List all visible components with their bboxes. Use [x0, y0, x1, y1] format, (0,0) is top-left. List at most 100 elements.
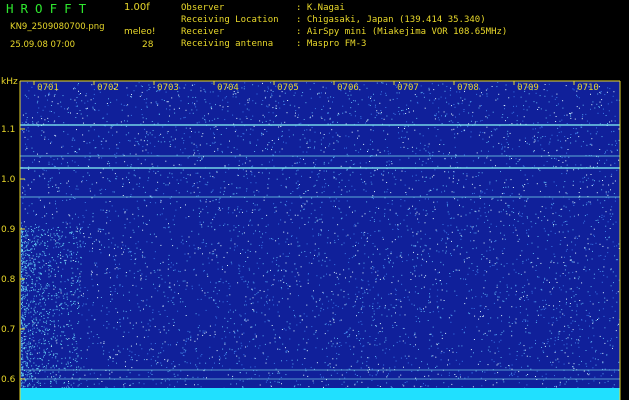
noise-dot	[102, 147, 104, 149]
noise-dot	[556, 149, 558, 151]
noise-dot	[524, 291, 525, 293]
noise-dot	[528, 143, 530, 145]
noise-dot	[176, 247, 178, 249]
noise-dot	[382, 174, 384, 176]
noise-dot	[275, 368, 277, 370]
noise-dot	[594, 358, 596, 360]
noise-dot	[207, 225, 209, 227]
noise-dot	[585, 113, 587, 115]
noise-dot	[500, 199, 502, 201]
noise-dot	[185, 384, 187, 385]
noise-dot	[49, 110, 51, 112]
noise-dot	[377, 270, 379, 272]
noise-dot	[544, 230, 546, 232]
noise-dot	[613, 193, 615, 195]
noise-dot	[93, 129, 95, 131]
noise-dot	[360, 173, 362, 175]
noise-dot	[126, 209, 128, 211]
noise-dot	[224, 223, 226, 225]
noise-dot	[333, 97, 335, 98]
noise-dot	[429, 288, 431, 290]
noise-dot	[117, 268, 119, 270]
noise-dot	[355, 100, 356, 102]
noise-dot	[505, 138, 507, 140]
noise-dot	[174, 365, 176, 367]
noise-dot	[484, 307, 485, 309]
noise-dot	[384, 213, 386, 215]
noise-dot	[240, 347, 242, 349]
noise-dot	[197, 172, 199, 174]
noise-dot	[65, 221, 67, 223]
noise-dot	[560, 350, 562, 351]
noise-dot	[309, 252, 311, 254]
noise-dot	[223, 256, 225, 258]
noise-dot	[373, 198, 374, 200]
noise-dot	[525, 308, 527, 310]
noise-dot	[68, 381, 69, 383]
noise-dot	[486, 296, 488, 297]
noise-dot	[162, 343, 164, 345]
noise-dot	[260, 297, 262, 299]
noise-dot	[374, 191, 375, 193]
noise-dot	[564, 156, 566, 158]
noise-dot	[472, 160, 474, 162]
noise-dot	[173, 325, 175, 326]
noise-dot	[275, 116, 277, 117]
noise-dot	[526, 179, 528, 181]
noise-dot	[491, 86, 493, 87]
noise-dot	[59, 254, 61, 256]
noise-dot	[482, 94, 484, 96]
noise-dot	[293, 310, 295, 311]
noise-dot	[590, 133, 592, 135]
noise-dot	[375, 281, 377, 283]
noise-dot	[402, 142, 404, 143]
noise-dot	[289, 306, 291, 308]
noise-dot	[107, 163, 109, 165]
noise-dot	[205, 91, 207, 93]
noise-dot	[259, 345, 261, 347]
noise-dot	[73, 88, 75, 90]
noise-dot	[466, 225, 468, 227]
noise-dot	[153, 283, 154, 285]
noise-dot	[25, 149, 27, 151]
noise-dot	[555, 317, 557, 319]
noise-dot	[375, 374, 377, 376]
noise-dot	[506, 133, 508, 135]
noise-dot	[44, 138, 46, 140]
noise-dot	[148, 171, 150, 173]
noise-dot	[558, 160, 560, 161]
noise-dot	[321, 192, 323, 194]
noise-dot	[321, 230, 322, 232]
noise-dot	[358, 242, 359, 244]
noise-dot	[376, 308, 378, 310]
noise-dot	[558, 231, 560, 233]
noise-dot	[388, 172, 389, 174]
noise-dot	[559, 381, 561, 383]
noise-dot	[608, 184, 610, 186]
noise-dot	[197, 195, 199, 197]
noise-dot	[545, 207, 547, 209]
noise-dot	[359, 162, 361, 164]
noise-dot	[32, 121, 34, 123]
noise-dot	[155, 101, 157, 103]
noise-dot	[92, 247, 93, 249]
noise-dot	[35, 224, 36, 226]
noise-dot	[149, 87, 151, 88]
noise-dot	[483, 256, 485, 257]
noise-dot	[132, 359, 133, 361]
noise-dot	[553, 253, 555, 255]
noise-dot	[118, 263, 120, 265]
noise-dot	[369, 143, 371, 145]
noise-dot	[143, 308, 144, 310]
noise-dot	[407, 362, 409, 364]
noise-dot	[318, 173, 320, 175]
noise-dot	[501, 320, 502, 322]
noise-dot	[129, 140, 131, 142]
noise-dot	[373, 99, 375, 101]
noise-dot	[39, 176, 41, 178]
noise-dot	[523, 295, 524, 297]
noise-dot	[527, 198, 529, 200]
noise-dot	[336, 372, 338, 374]
noise-dot	[183, 351, 185, 353]
noise-dot	[160, 274, 162, 276]
